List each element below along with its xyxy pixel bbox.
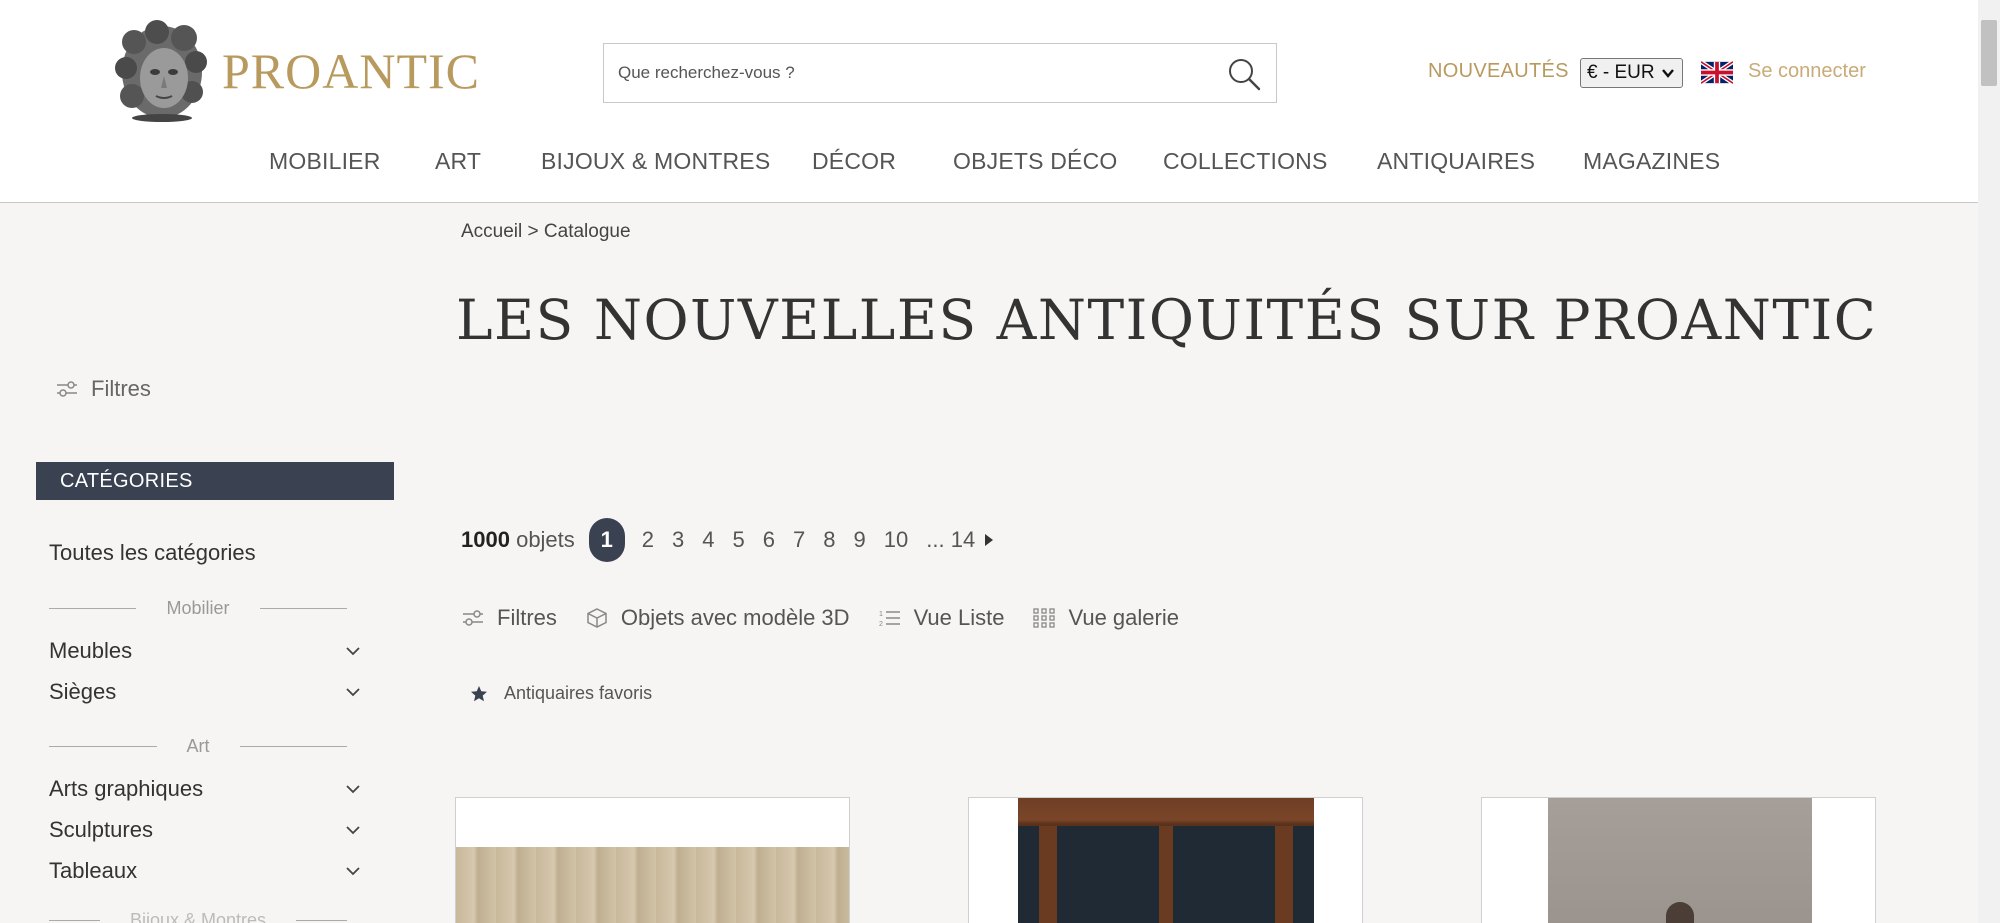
- page-link[interactable]: 5: [733, 527, 745, 553]
- logo[interactable]: PROANTIC: [112, 20, 480, 122]
- page-link[interactable]: 8: [823, 527, 835, 553]
- next-page-icon[interactable]: [983, 532, 995, 548]
- medusa-head-icon: [115, 20, 207, 122]
- scrollbar-thumb[interactable]: [1981, 20, 1997, 86]
- page-link[interactable]: 4: [702, 527, 714, 553]
- objects-3d-label: Objets avec modèle 3D: [620, 605, 850, 630]
- nav-item-art[interactable]: ART: [435, 148, 481, 175]
- gallery-view-button[interactable]: Vue galerie: [1032, 605, 1179, 631]
- category-label: Sculptures: [49, 817, 153, 842]
- nav-item-collections[interactable]: COLLECTIONS: [1163, 148, 1328, 175]
- nav-item-decor[interactable]: DÉCOR: [812, 148, 896, 175]
- objects-3d-button[interactable]: Objets avec modèle 3D: [585, 605, 850, 631]
- breadcrumb-current: Catalogue: [543, 221, 631, 242]
- results-count-label: objets: [516, 527, 575, 552]
- favorite-dealers-filter[interactable]: Antiquaires favoris: [470, 683, 652, 704]
- product-image-detail: [1275, 826, 1293, 923]
- product-card[interactable]: [455, 797, 850, 923]
- site-header: PROANTIC NOUVEAUTÉS € - EUR Se connecter…: [0, 0, 1978, 203]
- results-count-number: 1000: [461, 527, 510, 552]
- gallery-view-label: Vue galerie: [1068, 605, 1179, 630]
- product-card[interactable]: [1481, 797, 1876, 923]
- group-label-bijoux-montres: Bijoux & Montres: [49, 910, 347, 923]
- favorite-dealers-label: Antiquaires favoris: [504, 683, 653, 703]
- search-box: [603, 43, 1277, 103]
- chevron-down-icon: [346, 826, 360, 835]
- page-current[interactable]: 1: [588, 518, 625, 562]
- currency-value: € - EUR: [1587, 62, 1655, 83]
- brand-name: PROANTIC: [222, 43, 481, 99]
- svg-text:2: 2: [879, 621, 883, 628]
- page-title: LES NOUVELLES ANTIQUITÉS SUR PROANTIC: [456, 288, 1878, 352]
- page-link[interactable]: 2: [642, 527, 654, 553]
- category-item-sieges[interactable]: Sièges: [49, 677, 365, 707]
- list-view-icon: 1 2: [879, 611, 900, 628]
- search-input[interactable]: [604, 44, 1204, 102]
- group-label-mobilier: Mobilier: [49, 598, 347, 618]
- star-icon: [471, 685, 487, 701]
- page-link[interactable]: 10: [884, 527, 908, 553]
- all-categories-link[interactable]: Toutes les catégories: [49, 540, 256, 566]
- category-item-tableaux[interactable]: Tableaux: [49, 856, 365, 886]
- page-link-last[interactable]: ... 14: [926, 527, 975, 553]
- view-toolbar: Filtres Objets avec modèle 3D 1 2 Vue Li…: [461, 603, 1207, 633]
- product-image: [456, 847, 849, 923]
- chevron-down-icon: [346, 785, 360, 794]
- category-label: Arts graphiques: [49, 776, 204, 801]
- nav-item-objets-deco[interactable]: OBJETS DÉCO: [953, 148, 1118, 175]
- page-link[interactable]: 7: [793, 527, 805, 553]
- category-label: Meubles: [49, 638, 133, 663]
- main-nav: MOBILIER ART BIJOUX & MONTRES DÉCOR OBJE…: [0, 148, 1978, 178]
- breadcrumb: Accueil > Catalogue: [461, 221, 631, 243]
- breadcrumb-separator: >: [527, 221, 539, 242]
- cube-3d-icon: [587, 608, 607, 628]
- nav-item-antiquaires[interactable]: ANTIQUAIRES: [1377, 148, 1535, 175]
- chevron-down-icon: [1662, 69, 1674, 78]
- sidebar-filters-label: Filtres: [91, 376, 151, 401]
- grid-icon: [1033, 608, 1056, 628]
- results-count: 1000 objets: [461, 527, 575, 553]
- login-link[interactable]: Se connecter: [1748, 60, 1866, 83]
- filters-button[interactable]: Filtres: [461, 605, 557, 631]
- product-image-detail: [1159, 826, 1173, 923]
- product-image-detail: [1039, 826, 1057, 923]
- filters-icon: [463, 610, 483, 626]
- svg-text:1: 1: [879, 611, 883, 618]
- list-view-button[interactable]: 1 2 Vue Liste: [878, 605, 1005, 631]
- nav-item-bijoux-montres[interactable]: BIJOUX & MONTRES: [541, 148, 770, 175]
- categories-header: CATÉGORIES: [36, 462, 394, 500]
- filters-label: Filtres: [497, 605, 557, 630]
- sidebar-filters-button[interactable]: Filtres: [55, 376, 151, 402]
- page-scrollbar[interactable]: [1978, 0, 2000, 923]
- category-item-sculptures[interactable]: Sculptures: [49, 815, 365, 845]
- chevron-down-icon: [346, 647, 360, 656]
- category-label: Tableaux: [49, 858, 138, 883]
- nouveautes-link[interactable]: NOUVEAUTÉS: [1428, 60, 1569, 83]
- page-link[interactable]: 3: [672, 527, 684, 553]
- page-link[interactable]: 9: [854, 527, 866, 553]
- currency-select[interactable]: € - EUR: [1580, 58, 1683, 88]
- page-link[interactable]: 6: [763, 527, 775, 553]
- search-icon[interactable]: [1226, 56, 1262, 92]
- chevron-down-icon: [346, 688, 360, 697]
- pagination: 1000 objets 1 2 3 4 5 6 7 8 9 10 ... 14: [461, 518, 995, 562]
- chevron-down-icon: [346, 867, 360, 876]
- nav-item-mobilier[interactable]: MOBILIER: [269, 148, 381, 175]
- category-label: Sièges: [49, 679, 117, 704]
- nav-item-magazines[interactable]: MAGAZINES: [1583, 148, 1720, 175]
- filters-icon: [57, 381, 77, 397]
- product-image-detail: [1666, 902, 1694, 923]
- product-card[interactable]: [968, 797, 1363, 923]
- category-item-meubles[interactable]: Meubles: [49, 636, 365, 666]
- breadcrumb-home[interactable]: Accueil: [461, 221, 522, 242]
- list-view-label: Vue Liste: [913, 605, 1005, 630]
- category-item-arts-graphiques[interactable]: Arts graphiques: [49, 774, 365, 804]
- uk-flag-icon[interactable]: [1701, 60, 1733, 85]
- group-label-art: Art: [49, 736, 348, 756]
